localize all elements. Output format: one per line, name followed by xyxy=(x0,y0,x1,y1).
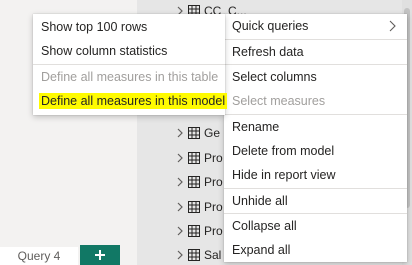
add-query-button[interactable] xyxy=(80,245,120,265)
tree-item-label: Pro xyxy=(204,151,223,165)
tree-item-label: Pro xyxy=(204,224,223,238)
menu-item-label: Delete from model xyxy=(232,144,335,158)
tree-item-label: Sal xyxy=(204,248,222,262)
menu-item-define-measures-model[interactable]: Define all measures in this model xyxy=(33,89,228,113)
chevron-right-icon xyxy=(389,20,396,32)
chevron-right-icon[interactable] xyxy=(175,128,185,138)
chevron-right-icon[interactable] xyxy=(175,250,185,260)
tree-item-label: Pro xyxy=(204,175,223,189)
menu-item-label: Select measures xyxy=(232,94,326,108)
menu-item-label: Select columns xyxy=(232,70,317,84)
quick-queries-submenu: Show top 100 rows Show column statistics… xyxy=(33,14,228,115)
table-icon xyxy=(188,152,200,164)
menu-item-show-column-statistics[interactable]: Show column statistics xyxy=(33,39,225,63)
tree-item[interactable]: Pro xyxy=(175,222,223,240)
menu-item-expand-all[interactable]: Expand all xyxy=(224,238,407,262)
menu-item-label: Show top 100 rows xyxy=(41,20,148,34)
tree-item[interactable]: Pro xyxy=(175,198,223,216)
menu-item-label: Define all measures in this table xyxy=(41,70,219,84)
tree-item-label: Ge xyxy=(204,126,221,140)
menu-item-select-measures: Select measures xyxy=(224,89,407,113)
menu-item-quick-queries[interactable]: Quick queries xyxy=(224,14,407,38)
table-icon xyxy=(188,176,200,188)
table-icon xyxy=(188,225,200,237)
menu-item-label: Collapse all xyxy=(232,219,297,233)
menu-item-label: Hide in report view xyxy=(232,168,336,182)
chevron-right-icon[interactable] xyxy=(175,226,185,236)
chevron-right-icon[interactable] xyxy=(175,177,185,187)
tree-item[interactable]: Ge xyxy=(175,124,220,142)
table-icon xyxy=(188,249,200,261)
table-icon xyxy=(188,127,200,139)
table-icon xyxy=(188,201,200,213)
plus-icon xyxy=(95,250,105,260)
chevron-right-icon[interactable] xyxy=(175,153,185,163)
menu-item-collapse-all[interactable]: Collapse all xyxy=(224,214,407,238)
tree-item[interactable]: Pro xyxy=(175,173,223,191)
tab-query-4[interactable]: Query 4 xyxy=(0,247,78,265)
menu-item-label: Refresh data xyxy=(232,45,304,59)
menu-item-select-columns[interactable]: Select columns xyxy=(224,65,407,89)
menu-item-define-measures-table: Define all measures in this table xyxy=(33,65,225,89)
menu-item-show-top-100-rows[interactable]: Show top 100 rows xyxy=(33,15,225,39)
chevron-right-icon[interactable] xyxy=(175,202,185,212)
menu-item-label-highlighted: Define all measures in this model xyxy=(39,93,228,109)
tree-item[interactable]: Pro xyxy=(175,149,223,167)
tree-item-label: Pro xyxy=(204,200,223,214)
menu-item-delete-from-model[interactable]: Delete from model xyxy=(224,139,407,163)
tree-item[interactable]: Sal xyxy=(175,246,221,264)
menu-item-label: Expand all xyxy=(232,243,291,257)
menu-item-rename[interactable]: Rename xyxy=(224,115,407,139)
menu-item-hide-in-report-view[interactable]: Hide in report view xyxy=(224,163,407,187)
menu-item-label: Unhide all xyxy=(232,194,288,208)
menu-item-unhide-all[interactable]: Unhide all xyxy=(224,189,407,213)
menu-item-refresh-data[interactable]: Refresh data xyxy=(224,40,407,64)
menu-item-label: Show column statistics xyxy=(41,44,168,58)
tab-label: Query 4 xyxy=(17,249,61,263)
menu-item-label: Quick queries xyxy=(232,19,309,33)
menu-item-label: Rename xyxy=(232,120,280,134)
context-menu: Quick queries Refresh data Select column… xyxy=(224,14,407,262)
